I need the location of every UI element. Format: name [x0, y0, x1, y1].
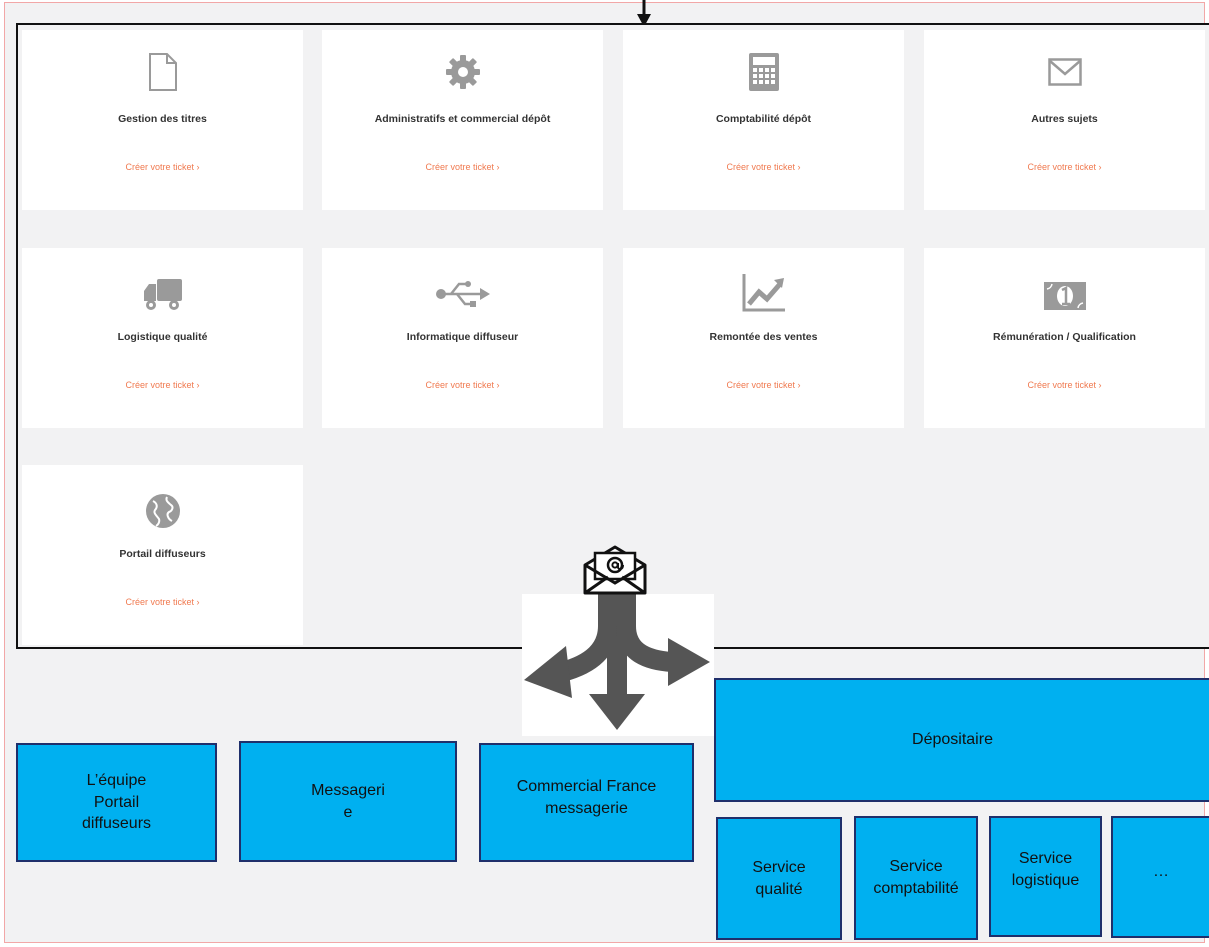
card-remuneration-qualification[interactable]: Rémunération / Qualification Créer votre… — [924, 248, 1205, 428]
box-label-line: diffuseurs — [81, 815, 152, 833]
create-ticket-link[interactable]: Créer votre ticket › — [22, 162, 303, 172]
box-label-line: Service — [752, 858, 806, 876]
box-commercial-france-messagerie: Commercial France messagerie — [479, 743, 694, 862]
box-messagerie: Messageri e — [239, 741, 457, 862]
box-label-line: Commercial France — [516, 777, 657, 795]
calculator-icon — [748, 53, 779, 91]
card-gestion-titres[interactable]: Gestion des titres Créer votre ticket › — [22, 30, 303, 210]
box-service-comptabilite: Service comptabilité — [854, 816, 978, 940]
create-ticket-link[interactable]: Créer votre ticket › — [623, 162, 904, 172]
box-label-line: Service — [1018, 849, 1073, 867]
split-arrows-icon — [524, 594, 710, 730]
email-envelope-icon — [583, 545, 647, 595]
create-ticket-link[interactable]: Créer votre ticket › — [22, 380, 303, 390]
card-title: Portail diffuseurs — [119, 548, 206, 560]
document-icon — [148, 53, 177, 91]
envelope-icon — [1047, 58, 1082, 86]
box-label-line: messagerie — [545, 799, 628, 817]
card-administratifs-commercial[interactable]: Administratifs et commercial dépôt Créer… — [322, 30, 603, 210]
box-label-line: Service — [889, 858, 943, 876]
create-ticket-link[interactable]: Créer votre ticket › — [22, 597, 303, 607]
create-ticket-link[interactable]: Créer votre ticket › — [322, 380, 603, 390]
box-equipe-portail-diffuseurs: L’équipe Portail diffuseurs — [16, 743, 217, 862]
card-title: Informatique diffuseur — [406, 331, 519, 343]
card-title: Remontée des ventes — [709, 331, 818, 343]
box-label-line: e — [343, 803, 353, 821]
box-label-line: logistique — [1011, 871, 1080, 889]
gear-icon — [445, 55, 480, 89]
create-ticket-link[interactable]: Créer votre ticket › — [924, 162, 1205, 172]
globe-icon — [145, 494, 180, 528]
card-title: Logistique qualité — [117, 331, 208, 343]
chart-up-icon — [742, 274, 785, 312]
card-title: Gestion des titres — [118, 113, 207, 125]
routing-arrows — [522, 594, 714, 736]
truck-icon — [143, 279, 182, 310]
box-service-qualite: Service qualité — [716, 817, 842, 940]
card-informatique-diffuseur[interactable]: Informatique diffuseur Créer votre ticke… — [322, 248, 603, 428]
box-service-logistique: Service logistique — [989, 816, 1102, 937]
card-remontee-ventes[interactable]: Remontée des ventes Créer votre ticket › — [623, 248, 904, 428]
card-title: Rémunération / Qualification — [993, 331, 1136, 343]
card-title: Comptabilité dépôt — [715, 113, 812, 125]
card-portail-diffuseurs[interactable]: Portail diffuseurs Créer votre ticket › — [22, 465, 303, 645]
create-ticket-link[interactable]: Créer votre ticket › — [924, 380, 1205, 390]
box-label-line: Messageri — [311, 781, 385, 799]
card-autres-sujets[interactable]: Autres sujets Créer votre ticket › — [924, 30, 1205, 210]
box-label-line: comptabilité — [873, 880, 959, 897]
create-ticket-link[interactable]: Créer votre ticket › — [623, 380, 904, 390]
card-title: Autres sujets — [1031, 113, 1098, 125]
card-logistique-qualite[interactable]: Logistique qualité Créer votre ticket › — [22, 248, 303, 428]
box-label-line: Portail — [93, 793, 140, 811]
box-depositaire: Dépositaire — [714, 678, 1209, 802]
usb-icon — [435, 281, 490, 307]
banknote-icon — [1043, 282, 1086, 310]
box-more-services: … — [1111, 816, 1209, 938]
create-ticket-link[interactable]: Créer votre ticket › — [322, 162, 603, 172]
box-label-line: qualité — [755, 880, 803, 898]
card-title: Administratifs et commercial dépôt — [374, 113, 551, 125]
box-label-line: Dépositaire — [912, 731, 993, 749]
box-label-line: … — [1153, 863, 1169, 881]
card-comptabilite-depot[interactable]: Comptabilité dépôt Créer votre ticket › — [623, 30, 904, 210]
box-label-line: L’équipe — [86, 772, 147, 790]
